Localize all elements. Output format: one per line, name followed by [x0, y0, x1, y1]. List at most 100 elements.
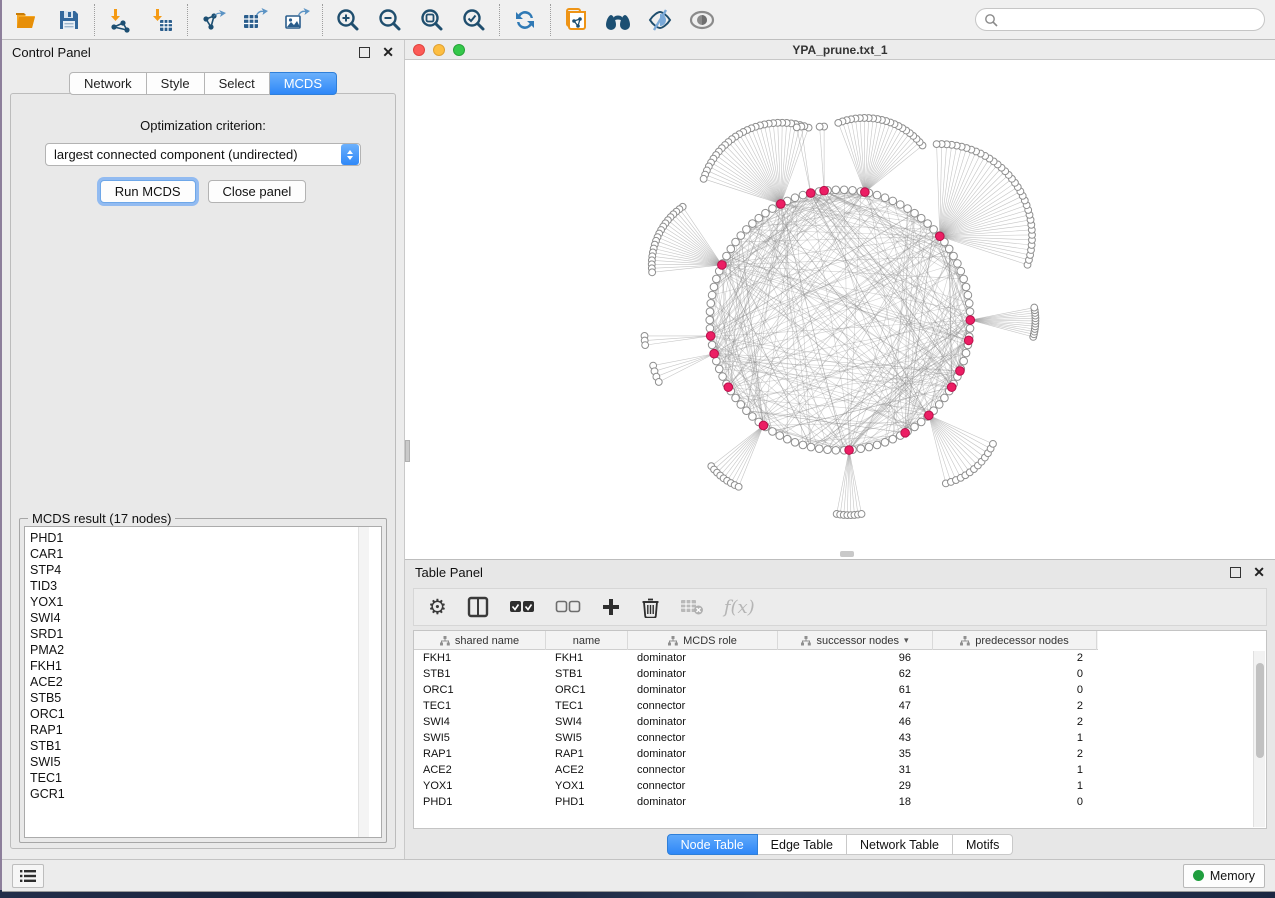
ring-node[interactable]: [941, 394, 949, 402]
ring-node[interactable]: [917, 214, 925, 222]
leaf-node[interactable]: [649, 269, 656, 276]
hub-node[interactable]: [806, 189, 815, 198]
ring-node[interactable]: [960, 357, 968, 365]
hub-node[interactable]: [724, 383, 733, 392]
ring-node[interactable]: [824, 446, 832, 454]
leaf-node[interactable]: [655, 379, 662, 386]
table-row[interactable]: YOX1YOX1connector291: [414, 778, 1266, 794]
ring-node[interactable]: [710, 283, 718, 291]
hub-node[interactable]: [706, 332, 715, 341]
leaf-node[interactable]: [858, 511, 865, 518]
show-all-icon[interactable]: [687, 5, 717, 35]
ring-node[interactable]: [840, 186, 848, 194]
tab-select[interactable]: Select: [205, 72, 270, 95]
ring-node[interactable]: [935, 401, 943, 409]
ring-node[interactable]: [849, 187, 857, 195]
ring-node[interactable]: [873, 441, 881, 449]
table-row[interactable]: RAP1RAP1dominator352: [414, 746, 1266, 762]
ring-node[interactable]: [707, 300, 715, 308]
show-log-button[interactable]: [12, 864, 44, 888]
ring-node[interactable]: [904, 205, 912, 213]
column-header-predecessor-nodes[interactable]: predecessor nodes: [933, 631, 1097, 650]
ring-node[interactable]: [954, 260, 962, 268]
zoom-in-icon[interactable]: [333, 5, 363, 35]
ring-node[interactable]: [857, 445, 865, 453]
ring-node[interactable]: [917, 418, 925, 426]
mcds-result-item[interactable]: STB1: [30, 738, 381, 754]
table-row[interactable]: STB1STB1dominator620: [414, 666, 1266, 682]
leaf-node[interactable]: [793, 124, 800, 131]
zoom-out-icon[interactable]: [375, 5, 405, 35]
first-neighbors-icon[interactable]: [603, 5, 633, 35]
ring-node[interactable]: [957, 267, 965, 275]
mcds-result-item[interactable]: YOX1: [30, 594, 381, 610]
ring-node[interactable]: [962, 349, 970, 357]
panel-splitter-handle[interactable]: [405, 440, 410, 462]
table-row[interactable]: FKH1FKH1dominator962: [414, 650, 1266, 666]
tab-motifs[interactable]: Motifs: [953, 834, 1013, 855]
tab-network-table[interactable]: Network Table: [847, 834, 953, 855]
select-all-icon[interactable]: [509, 594, 535, 620]
criterion-select[interactable]: largest connected component (undirected): [45, 143, 361, 166]
ring-node[interactable]: [749, 413, 757, 421]
save-session-icon[interactable]: [54, 5, 84, 35]
ring-node[interactable]: [708, 291, 716, 299]
show-columns-icon[interactable]: [467, 594, 489, 620]
ring-node[interactable]: [865, 443, 873, 451]
mcds-result-item[interactable]: SRD1: [30, 626, 381, 642]
mcds-result-item[interactable]: SWI5: [30, 754, 381, 770]
ring-node[interactable]: [762, 209, 770, 217]
deselect-all-icon[interactable]: [555, 594, 581, 620]
add-icon[interactable]: [601, 594, 621, 620]
ring-node[interactable]: [791, 194, 799, 202]
ring-node[interactable]: [924, 220, 932, 228]
leaf-node[interactable]: [835, 119, 842, 126]
close-panel-icon[interactable]: ✕: [382, 45, 394, 59]
mcds-result-item[interactable]: TID3: [30, 578, 381, 594]
import-network-icon[interactable]: [105, 5, 135, 35]
ring-node[interactable]: [799, 191, 807, 199]
export-image-icon[interactable]: [282, 5, 312, 35]
ring-node[interactable]: [881, 194, 889, 202]
hide-selection-icon[interactable]: [645, 5, 675, 35]
ring-node[interactable]: [769, 205, 777, 213]
search-input[interactable]: [975, 8, 1265, 31]
float-table-panel-icon[interactable]: [1230, 567, 1241, 578]
import-table-icon[interactable]: [147, 5, 177, 35]
mcds-result-item[interactable]: PMA2: [30, 642, 381, 658]
table-row[interactable]: ACE2ACE2connector311: [414, 762, 1266, 778]
leaf-node[interactable]: [990, 440, 997, 447]
ring-node[interactable]: [715, 365, 723, 373]
open-file-icon[interactable]: [12, 5, 42, 35]
table-row[interactable]: TEC1TEC1connector472: [414, 698, 1266, 714]
ring-node[interactable]: [965, 300, 973, 308]
leaf-node[interactable]: [642, 342, 649, 349]
ring-node[interactable]: [749, 220, 757, 228]
column-header-MCDS-role[interactable]: MCDS role: [628, 631, 778, 650]
ring-node[interactable]: [799, 441, 807, 449]
zoom-fit-icon[interactable]: [417, 5, 447, 35]
ring-node[interactable]: [896, 201, 904, 209]
hub-node[interactable]: [964, 336, 973, 345]
hub-node[interactable]: [947, 383, 956, 392]
mcds-result-item[interactable]: TEC1: [30, 770, 381, 786]
ring-node[interactable]: [723, 252, 731, 260]
ring-node[interactable]: [960, 275, 968, 283]
ring-node[interactable]: [889, 197, 897, 205]
mcds-result-item[interactable]: FKH1: [30, 658, 381, 674]
float-panel-icon[interactable]: [359, 47, 370, 58]
column-header-name[interactable]: name: [546, 631, 628, 650]
export-network-icon[interactable]: [198, 5, 228, 35]
leaf-node[interactable]: [816, 123, 823, 130]
mcds-result-item[interactable]: ORC1: [30, 706, 381, 722]
run-mcds-button[interactable]: Run MCDS: [100, 180, 196, 203]
mcds-result-item[interactable]: RAP1: [30, 722, 381, 738]
ring-node[interactable]: [737, 401, 745, 409]
leaf-node[interactable]: [1031, 304, 1038, 311]
ring-node[interactable]: [708, 341, 716, 349]
network-hscrollbar-thumb[interactable]: [840, 551, 854, 557]
network-svg[interactable]: [405, 60, 1275, 559]
table-settings-icon[interactable]: ⚙: [428, 594, 447, 620]
ring-node[interactable]: [962, 283, 970, 291]
hub-node[interactable]: [777, 200, 786, 209]
